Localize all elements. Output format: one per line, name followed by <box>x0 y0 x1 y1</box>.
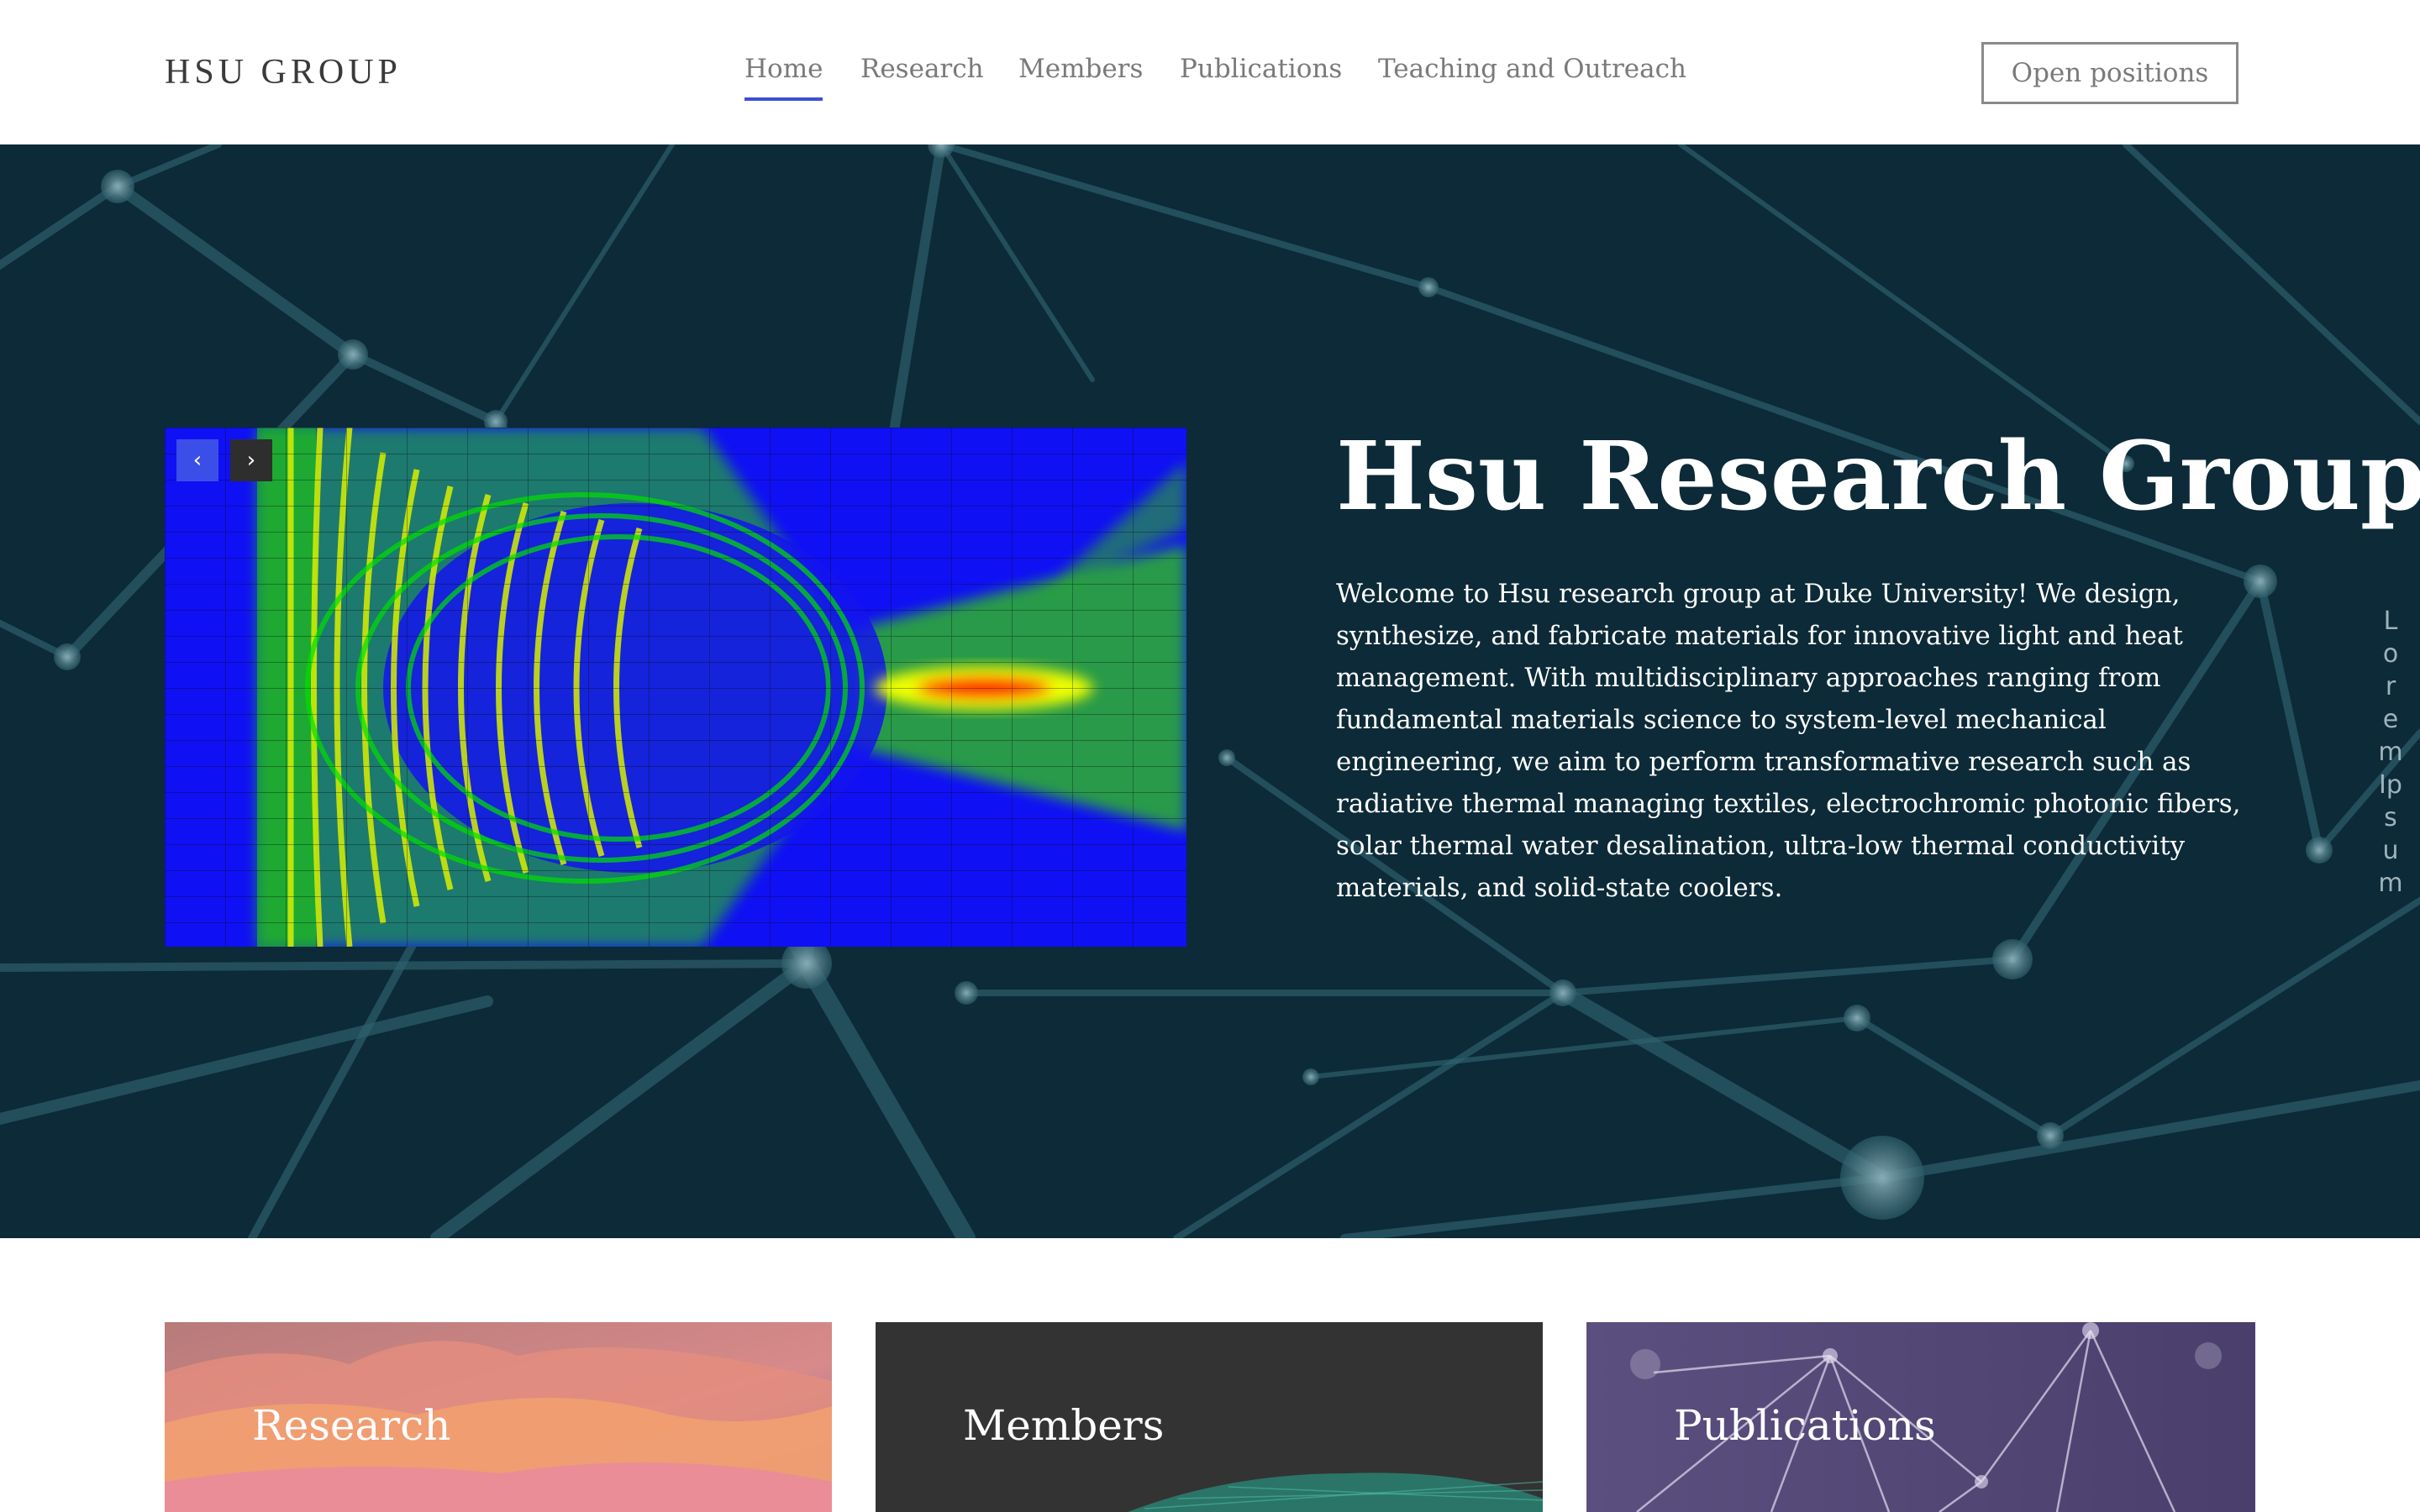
card-publications-title: Publications <box>1674 1401 1936 1450</box>
hero-description: Welcome to Hsu research group at Duke Un… <box>1336 579 2241 903</box>
site-logo[interactable]: HSU GROUP <box>165 52 402 92</box>
slider-prev-button[interactable]: ‹ <box>176 439 218 481</box>
card-members-title: Members <box>963 1401 1165 1450</box>
site-header: HSU GROUP Home Research Members Publicat… <box>0 0 2420 144</box>
open-positions-button[interactable]: Open positions <box>1981 42 2238 104</box>
active-nav-indicator <box>744 97 823 101</box>
vertical-side-text: Lorem Ipsum <box>2378 606 2403 898</box>
nav-publications[interactable]: Publications <box>1180 54 1342 84</box>
nav-home-label: Home <box>744 54 823 84</box>
nav-home[interactable]: Home <box>744 54 823 101</box>
hero-section: ‹ › Hsu Research Group Welcome to Hsu re… <box>0 144 2420 1238</box>
card-publications[interactable]: Publications <box>1586 1322 2255 1512</box>
nav-teaching-outreach[interactable]: Teaching and Outreach <box>1378 54 1686 84</box>
chevron-right-icon: › <box>246 448 256 473</box>
card-members[interactable]: Members <box>876 1322 1543 1512</box>
nav-research[interactable]: Research <box>860 54 984 84</box>
card-research-title: Research <box>252 1401 451 1450</box>
chevron-left-icon: ‹ <box>192 448 203 473</box>
card-research[interactable]: Research <box>165 1322 832 1512</box>
hero-image-slider[interactable]: ‹ › <box>165 428 1186 947</box>
wave-simulation-image <box>165 428 1186 947</box>
nav-members[interactable]: Members <box>1018 54 1143 84</box>
slider-next-button[interactable]: › <box>230 439 272 481</box>
hero-title: Hsu Research Group <box>1336 422 2420 532</box>
